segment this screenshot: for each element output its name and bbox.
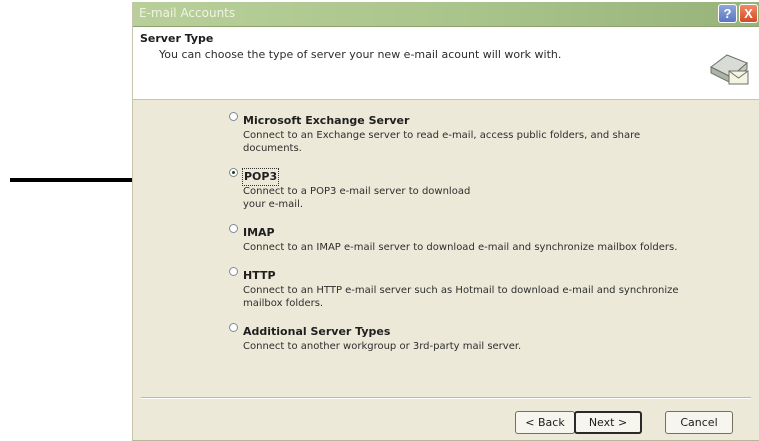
option-description-line: your e-mail. xyxy=(243,199,304,210)
cancel-button[interactable]: Cancel xyxy=(665,411,733,434)
title-bar[interactable]: E-mail Accounts ? X xyxy=(133,2,759,27)
email-accounts-dialog: E-mail Accounts ? X Server Type You can … xyxy=(132,2,759,441)
close-button[interactable]: X xyxy=(739,4,758,23)
option-description: Connect to another workgroup or 3rd-part… xyxy=(243,341,522,352)
option-exchange[interactable]: Microsoft Exchange Server Connect to an … xyxy=(229,109,689,155)
option-http[interactable]: HTTP Connect to an HTTP e-mail server su… xyxy=(229,264,689,310)
option-label[interactable]: IMAP xyxy=(243,225,275,241)
radio-additional[interactable] xyxy=(229,323,238,332)
next-button[interactable]: Next > xyxy=(574,411,642,434)
help-button[interactable]: ? xyxy=(718,4,737,23)
option-description: Connect to an Exchange server to read e-… xyxy=(243,130,641,154)
radio-http[interactable] xyxy=(229,267,238,276)
button-separator xyxy=(141,397,751,399)
option-additional[interactable]: Additional Server Types Connect to anoth… xyxy=(229,320,689,353)
option-imap[interactable]: IMAP Connect to an IMAP e-mail server to… xyxy=(229,221,689,254)
option-description: Connect to a POP3 e-mail server to downl… xyxy=(243,185,689,211)
page-title: Server Type xyxy=(140,32,214,45)
radio-exchange[interactable] xyxy=(229,112,238,121)
option-label[interactable]: Microsoft Exchange Server xyxy=(243,113,409,129)
option-description: Connect to an IMAP e-mail server to down… xyxy=(243,242,678,253)
back-button[interactable]: < Back xyxy=(515,411,575,434)
option-label[interactable]: Additional Server Types xyxy=(243,324,390,340)
window-title: E-mail Accounts xyxy=(139,6,236,20)
server-mail-icon xyxy=(710,54,749,85)
help-icon: ? xyxy=(723,6,732,21)
option-pop3[interactable]: POP3 Connect to a POP3 e-mail server to … xyxy=(229,165,689,211)
radio-pop3[interactable] xyxy=(229,168,238,177)
page-subtitle: You can choose the type of server your n… xyxy=(159,48,562,61)
option-label[interactable]: HTTP xyxy=(243,268,276,284)
close-icon: X xyxy=(744,6,753,21)
option-description-line: Connect to a POP3 e-mail server to downl… xyxy=(243,186,471,197)
option-label[interactable]: POP3 xyxy=(241,168,280,186)
wizard-header: Server Type You can choose the type of s… xyxy=(133,27,759,100)
radio-imap[interactable] xyxy=(229,224,238,233)
server-type-options: Microsoft Exchange Server Connect to an … xyxy=(229,109,689,363)
option-description: Connect to an HTTP e-mail server such as… xyxy=(243,285,679,309)
